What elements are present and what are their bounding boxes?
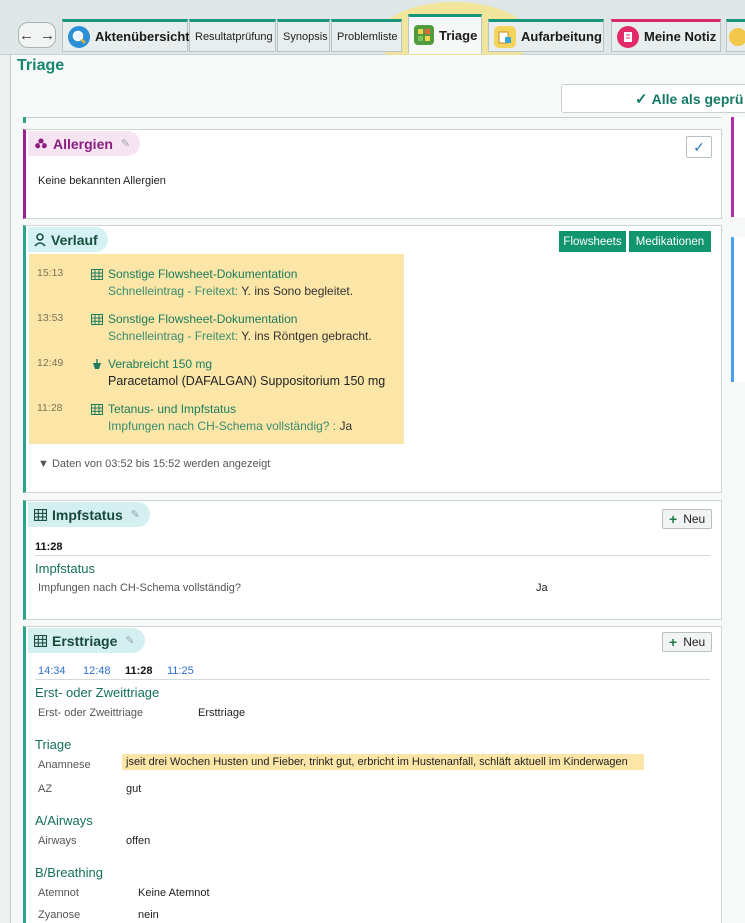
row-value: Keine Atemnot (138, 887, 210, 899)
forward-arrow-icon[interactable]: → (40, 27, 55, 44)
tab-triage[interactable]: Triage (408, 14, 482, 54)
impfstatus-row-label: Impfungen nach CH-Schema vollständig? (38, 582, 242, 594)
filter-icon: ▼ (38, 458, 49, 470)
medication-icon (90, 358, 104, 370)
tab-meine-notiz[interactable]: Meine Notiz (611, 19, 721, 52)
side-panel-allergy (731, 117, 745, 217)
tab-resultatpruefung[interactable]: Resultatprüfung (189, 19, 276, 52)
row-label: Erst- oder Zweittriage (38, 707, 144, 719)
overflow-tab-icon (729, 27, 745, 46)
allergien-text: Keine bekannten Allergien (38, 175, 166, 187)
anamnese-value: jseit drei Wochen Husten und Fieber, tri… (122, 754, 644, 770)
person-icon (34, 232, 46, 247)
flowsheet-grid-icon (34, 508, 47, 521)
ersttriage-header: Ersttriage ✎ (28, 628, 145, 653)
impfstatus-row-value: Ja (536, 582, 548, 594)
tab-overflow[interactable] (726, 19, 745, 52)
allergien-header: Allergien ✎ (28, 131, 141, 156)
section-title: B/Breathing (35, 865, 103, 880)
page-title: Triage (17, 57, 65, 74)
edit-pencil-icon[interactable]: ✎ (131, 508, 140, 521)
flowsheet-grid-icon (34, 634, 47, 647)
verlauf-timeline: 15:13 Sonstige Flowsheet-Dokumentation S… (29, 254, 404, 444)
filter-info[interactable]: ▼ Daten von 03:52 bis 15:52 werden angez… (38, 458, 270, 470)
notiz-icon (617, 25, 639, 48)
allergy-icon (34, 137, 48, 151)
impfstatus-section-title: Impfstatus (35, 561, 95, 576)
edit-pencil-icon[interactable]: ✎ (125, 634, 134, 647)
magnifier-icon (68, 25, 90, 48)
triage-activity: Triage ✓ Alle als geprü Allergien ✎ ✓ Ke… (10, 55, 745, 923)
row-value: Ersttriage (198, 707, 246, 719)
plus-icon: + (669, 634, 678, 650)
flowsheets-button[interactable]: Flowsheets (559, 231, 626, 252)
triage-time-link[interactable]: 11:25 (167, 665, 194, 677)
medikationen-button[interactable]: Medikationen (629, 231, 711, 252)
flowsheet-grid-icon (90, 403, 104, 415)
section-title: A/Airways (35, 813, 93, 828)
impfstatus-time: 11:28 (35, 541, 63, 553)
section-title: Erst- oder Zweittriage (35, 685, 160, 700)
tab-bar: ← → Aktenübersicht Resultatprüfung Synop… (0, 0, 745, 74)
tab-aktenuebersicht[interactable]: Aktenübersicht (62, 19, 190, 52)
row-value: gut (126, 783, 142, 795)
impfstatus-header: Impfstatus ✎ (28, 502, 151, 527)
plus-icon: + (669, 511, 678, 527)
tab-aufarbeitung[interactable]: Aufarbeitung (488, 19, 604, 52)
checkmark-icon: ✓ (635, 90, 648, 108)
checkmark-icon: ✓ (693, 138, 705, 155)
row-label: Airways (38, 835, 77, 847)
verlauf-header: Verlauf (28, 227, 108, 252)
edit-pencil-icon[interactable]: ✎ (121, 137, 130, 150)
history-nav-button[interactable]: ← → (18, 22, 56, 48)
verlauf-card: Verlauf Flowsheets Medikationen 15:13 So… (23, 225, 722, 493)
row-value: nein (138, 909, 159, 921)
row-label: Anamnese (38, 759, 91, 771)
side-panel-info (731, 237, 745, 382)
triage-icon (414, 25, 434, 45)
row-value: offen (126, 835, 151, 847)
flowsheet-grid-icon (90, 268, 104, 280)
impfstatus-card: Impfstatus ✎ + Neu 11:28 Impfstatus Impf… (23, 500, 722, 620)
ersttriage-new-button[interactable]: + Neu (662, 632, 713, 652)
allergien-card: Allergien ✎ ✓ Keine bekannten Allergien (23, 129, 722, 219)
side-column (728, 117, 745, 923)
mark-reviewed-button[interactable]: ✓ (686, 136, 712, 158)
aufarbeitung-icon (494, 25, 516, 48)
impfstatus-new-button[interactable]: + Neu (662, 509, 713, 529)
triage-time-selected[interactable]: 11:28 (125, 665, 153, 677)
row-label: Zyanose (38, 909, 81, 921)
row-label: Atemnot (38, 887, 79, 899)
section-divider (23, 117, 721, 123)
tab-problemliste[interactable]: Problemliste (331, 19, 402, 52)
mark-all-reviewed-button[interactable]: ✓ Alle als geprü (561, 84, 745, 113)
section-title: Triage (35, 737, 72, 752)
ersttriage-card: Ersttriage ✎ + Neu 14:34 12:48 11:28 11:… (23, 626, 722, 923)
flowsheet-grid-icon (90, 313, 104, 325)
row-label: AZ (38, 783, 53, 795)
tab-synopsis[interactable]: Synopsis (277, 19, 330, 52)
triage-time-link[interactable]: 14:34 (38, 665, 66, 677)
back-arrow-icon[interactable]: ← (19, 27, 34, 44)
triage-time-link[interactable]: 12:48 (83, 665, 111, 677)
